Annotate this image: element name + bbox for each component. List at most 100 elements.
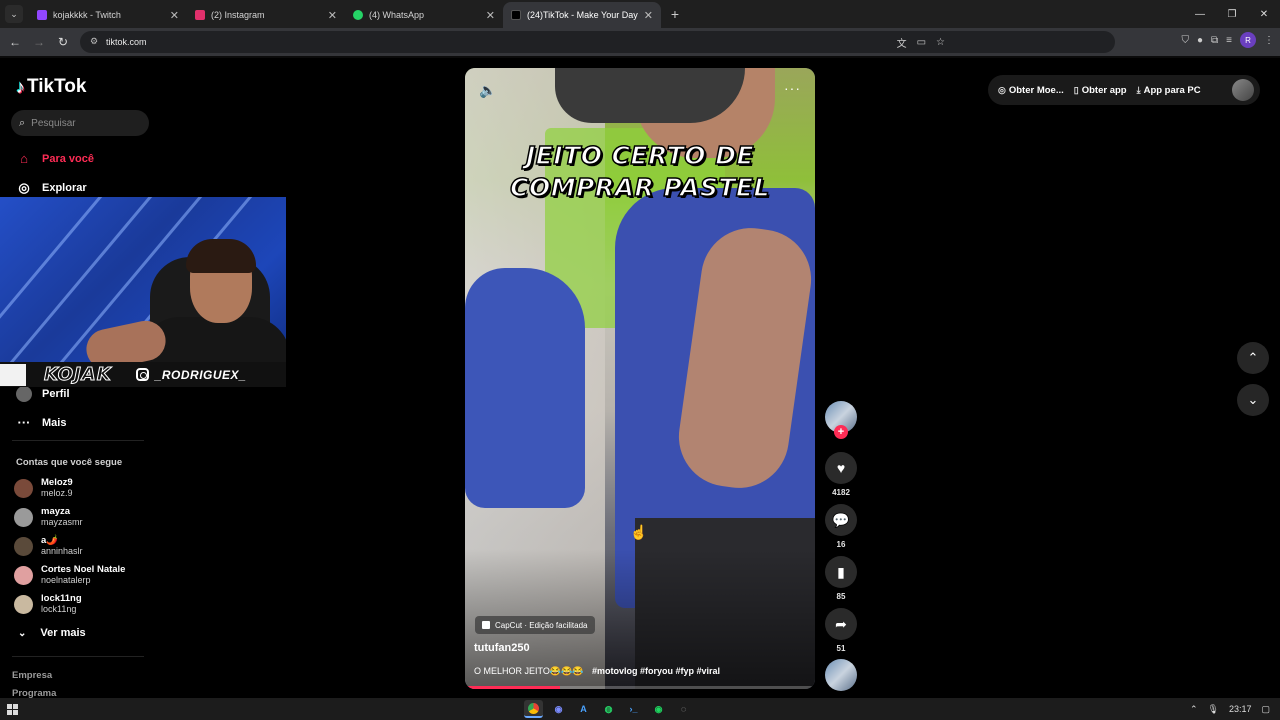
- webcam-overlay: KOJAK _RODRIGUEX_: [0, 197, 286, 387]
- video-person-left: [465, 268, 585, 508]
- search-input[interactable]: ⌕ Pesquisar: [11, 110, 149, 136]
- tray-chevron-icon[interactable]: ⌃: [1190, 704, 1198, 715]
- share-button[interactable]: ➦: [825, 608, 857, 640]
- footer-link-company[interactable]: Empresa: [12, 670, 52, 681]
- game-icon[interactable]: ◌: [674, 700, 693, 718]
- capcut-badge[interactable]: CapCut · Edição facilitada: [475, 616, 595, 634]
- minimize-button[interactable]: —: [1184, 0, 1216, 28]
- spotify-icon[interactable]: ◉: [649, 700, 668, 718]
- tab-search-button[interactable]: ⌄: [5, 5, 23, 23]
- tab-instagram[interactable]: (2) Instagram ✕: [187, 2, 345, 28]
- following-item[interactable]: Meloz9 meloz.9: [14, 477, 154, 499]
- like-button[interactable]: ♥: [825, 452, 857, 484]
- video-player[interactable]: JEITO CERTO DE COMPRAR PASTEL 🔈 ··· CapC…: [465, 68, 815, 689]
- share-icon: ➦: [835, 615, 847, 632]
- bookmark-star-icon[interactable]: ☆: [936, 37, 945, 48]
- editor-icon[interactable]: A: [574, 700, 593, 718]
- sound-avatar[interactable]: [825, 659, 857, 691]
- notification-icon[interactable]: ▢: [1261, 704, 1270, 715]
- puzzle-icon[interactable]: ⧉: [1211, 35, 1218, 46]
- video-author[interactable]: tutufan250: [474, 642, 530, 654]
- comment-button[interactable]: 💬: [825, 504, 857, 536]
- forward-button[interactable]: →: [27, 30, 51, 54]
- tab-title: (4) WhatsApp: [369, 10, 425, 20]
- instagram-icon: [135, 368, 149, 381]
- close-icon[interactable]: ✕: [644, 9, 653, 22]
- heart-icon: ♥: [836, 460, 846, 476]
- volume-icon[interactable]: 🔈: [479, 82, 496, 99]
- capcut-label: CapCut · Edição facilitada: [495, 620, 588, 630]
- following-item[interactable]: Cortes Noel Natale noelnatalerp: [14, 564, 154, 586]
- get-coins-button[interactable]: ◎ Obter Moe...: [998, 85, 1064, 96]
- more-options-icon[interactable]: ···: [784, 80, 801, 96]
- streamer-hair: [186, 239, 256, 273]
- close-icon[interactable]: ✕: [328, 9, 337, 22]
- shield-icon[interactable]: ⛉: [1181, 35, 1189, 46]
- sidebar-item-more[interactable]: ··· Mais: [16, 415, 67, 430]
- sidebar-item-profile[interactable]: Perfil: [16, 386, 70, 402]
- browser-toolbar: ← → ↻ ⚙ tiktok.com 文 ▭ ☆ ⛉ ● ⧉ ≡ R ⋮: [0, 28, 1280, 56]
- site-info-icon[interactable]: ⚙: [88, 36, 100, 48]
- home-icon: ⌂: [20, 151, 28, 166]
- window-controls: — ❐ ✕: [1184, 0, 1280, 28]
- following-item[interactable]: mayza mayzasmr: [14, 506, 154, 528]
- creator-avatar[interactable]: +: [825, 401, 857, 439]
- extensions-area: ⛉ ● ⧉ ≡ R ⋮: [1181, 32, 1274, 48]
- translate-icon[interactable]: 文: [897, 35, 907, 50]
- user-avatar[interactable]: [1232, 79, 1254, 101]
- avatar: [14, 565, 33, 585]
- clock[interactable]: 23:17: [1229, 704, 1252, 714]
- capcut-icon: [482, 621, 490, 629]
- comment-icon: 💬: [832, 511, 850, 528]
- media-control-icon[interactable]: ≡: [1226, 35, 1232, 46]
- following-item[interactable]: a🌶️ anninhaslr: [14, 535, 154, 557]
- tiktok-logo[interactable]: ♪ TikTok: [16, 76, 86, 98]
- terminal-icon[interactable]: ›_: [624, 700, 643, 718]
- chevron-down-icon: ⌄: [1247, 392, 1259, 407]
- caption-hashtags[interactable]: #motovlog #foryou #fyp #viral: [592, 666, 720, 676]
- save-button[interactable]: ▮: [825, 556, 857, 588]
- previous-video-button[interactable]: ⌃: [1237, 342, 1269, 374]
- pc-app-button[interactable]: ⤓ App para PC: [1137, 85, 1201, 96]
- menu-icon[interactable]: ⋮: [1264, 35, 1274, 46]
- close-window-button[interactable]: ✕: [1248, 0, 1280, 28]
- video-progress-fill: [465, 686, 560, 689]
- get-app-button[interactable]: ▯ Obter app: [1074, 85, 1127, 96]
- chevron-up-icon: ⌃: [1247, 350, 1259, 365]
- microphone-icon[interactable]: 🎙: [1208, 704, 1219, 715]
- follow-plus-icon[interactable]: +: [834, 425, 848, 439]
- tab-title: (2) Instagram: [211, 10, 265, 20]
- profile-avatar[interactable]: R: [1240, 32, 1256, 48]
- chrome-icon[interactable]: [524, 700, 543, 718]
- new-tab-button[interactable]: +: [665, 4, 685, 24]
- tab-twitch[interactable]: kojakkkk - Twitch ✕: [29, 2, 187, 28]
- tab-whatsapp[interactable]: (4) WhatsApp ✕: [345, 2, 503, 28]
- next-video-button[interactable]: ⌄: [1237, 384, 1269, 416]
- close-icon[interactable]: ✕: [486, 9, 495, 22]
- top-actions-bar: ◎ Obter Moe... ▯ Obter app ⤓ App para PC: [988, 75, 1260, 105]
- following-item[interactable]: lock11ng lock11ng: [14, 593, 154, 615]
- see-more-button[interactable]: ⌄ Ver mais: [18, 627, 86, 639]
- address-bar[interactable]: ⚙ tiktok.com 文 ▭ ☆: [80, 31, 1115, 53]
- cast-icon[interactable]: ▭: [917, 37, 926, 48]
- restore-button[interactable]: ❐: [1216, 0, 1248, 28]
- sidebar-item-label: Explorar: [42, 182, 87, 194]
- more-dots-icon: ···: [17, 415, 31, 430]
- discord-icon[interactable]: ◉: [549, 700, 568, 718]
- whatsapp-icon[interactable]: ◍: [599, 700, 618, 718]
- following-user: lock11ng: [41, 604, 77, 614]
- extension-icon[interactable]: ●: [1197, 35, 1203, 46]
- windows-start-icon[interactable]: [1, 698, 23, 720]
- sidebar-item-for-you[interactable]: ⌂ Para você: [16, 151, 94, 166]
- omnibox-actions: 文 ▭ ☆: [897, 31, 945, 53]
- video-progress-bar[interactable]: [465, 686, 815, 689]
- back-button[interactable]: ←: [3, 30, 27, 54]
- bookmark-icon: ▮: [837, 563, 845, 580]
- close-icon[interactable]: ✕: [170, 9, 179, 22]
- profile-avatar-icon: [16, 386, 32, 402]
- logo-text: TikTok: [27, 76, 87, 97]
- tab-title: kojakkkk - Twitch: [53, 10, 121, 20]
- reload-button[interactable]: ↻: [51, 30, 75, 54]
- tab-tiktok[interactable]: (24)TikTok - Make Your Day ✕: [503, 2, 661, 28]
- sidebar-item-explore[interactable]: ◎ Explorar: [16, 180, 87, 196]
